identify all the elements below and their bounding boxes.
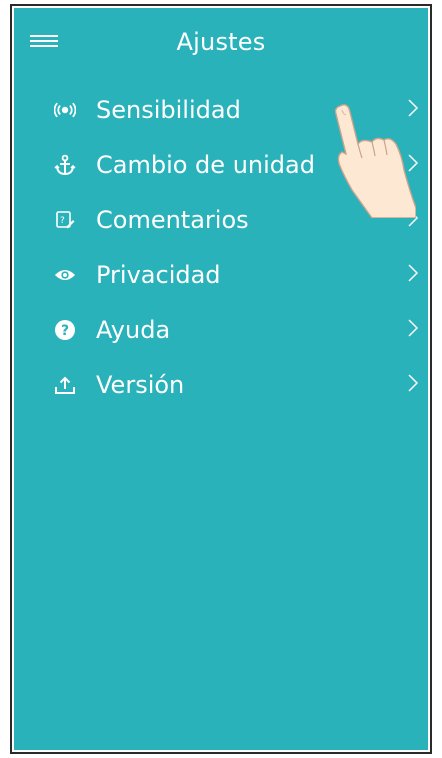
menu-item-privacidad[interactable]: Privacidad xyxy=(14,247,428,302)
device-frame: Ajustes Sensibilidad Cambio de unidad ? … xyxy=(10,4,432,754)
svg-text:?: ? xyxy=(60,216,65,226)
chevron-right-icon xyxy=(408,374,419,392)
menu-item-label: Versión xyxy=(96,370,185,399)
menu-item-label: Ayuda xyxy=(96,315,171,344)
upload-icon xyxy=(54,374,76,396)
chevron-right-icon xyxy=(408,264,419,282)
settings-menu: Sensibilidad Cambio de unidad ? Comentar… xyxy=(14,82,428,412)
menu-item-sensibilidad[interactable]: Sensibilidad xyxy=(14,82,428,137)
menu-item-label: Cambio de unidad xyxy=(96,150,315,179)
page-title: Ajustes xyxy=(176,28,266,56)
menu-item-version[interactable]: Versión xyxy=(14,357,428,412)
menu-item-label: Sensibilidad xyxy=(96,95,241,124)
menu-item-label: Privacidad xyxy=(96,260,221,289)
chevron-right-icon xyxy=(408,319,419,337)
svg-text:?: ? xyxy=(61,323,69,339)
menu-item-label: Comentarios xyxy=(96,205,249,234)
eye-icon xyxy=(54,264,76,286)
settings-screen: Ajustes Sensibilidad Cambio de unidad ? … xyxy=(14,8,428,750)
app-header: Ajustes xyxy=(14,8,428,82)
chevron-right-icon xyxy=(408,154,419,172)
feedback-icon: ? xyxy=(54,209,76,231)
help-icon: ? xyxy=(54,319,76,341)
menu-item-ayuda[interactable]: ? Ayuda xyxy=(14,302,428,357)
menu-item-comentarios[interactable]: ? Comentarios xyxy=(14,192,428,247)
anchor-icon xyxy=(54,154,76,176)
menu-item-cambio-de-unidad[interactable]: Cambio de unidad xyxy=(14,137,428,192)
chevron-right-icon xyxy=(408,99,419,117)
broadcast-icon xyxy=(54,99,76,121)
chevron-right-icon xyxy=(408,209,419,227)
